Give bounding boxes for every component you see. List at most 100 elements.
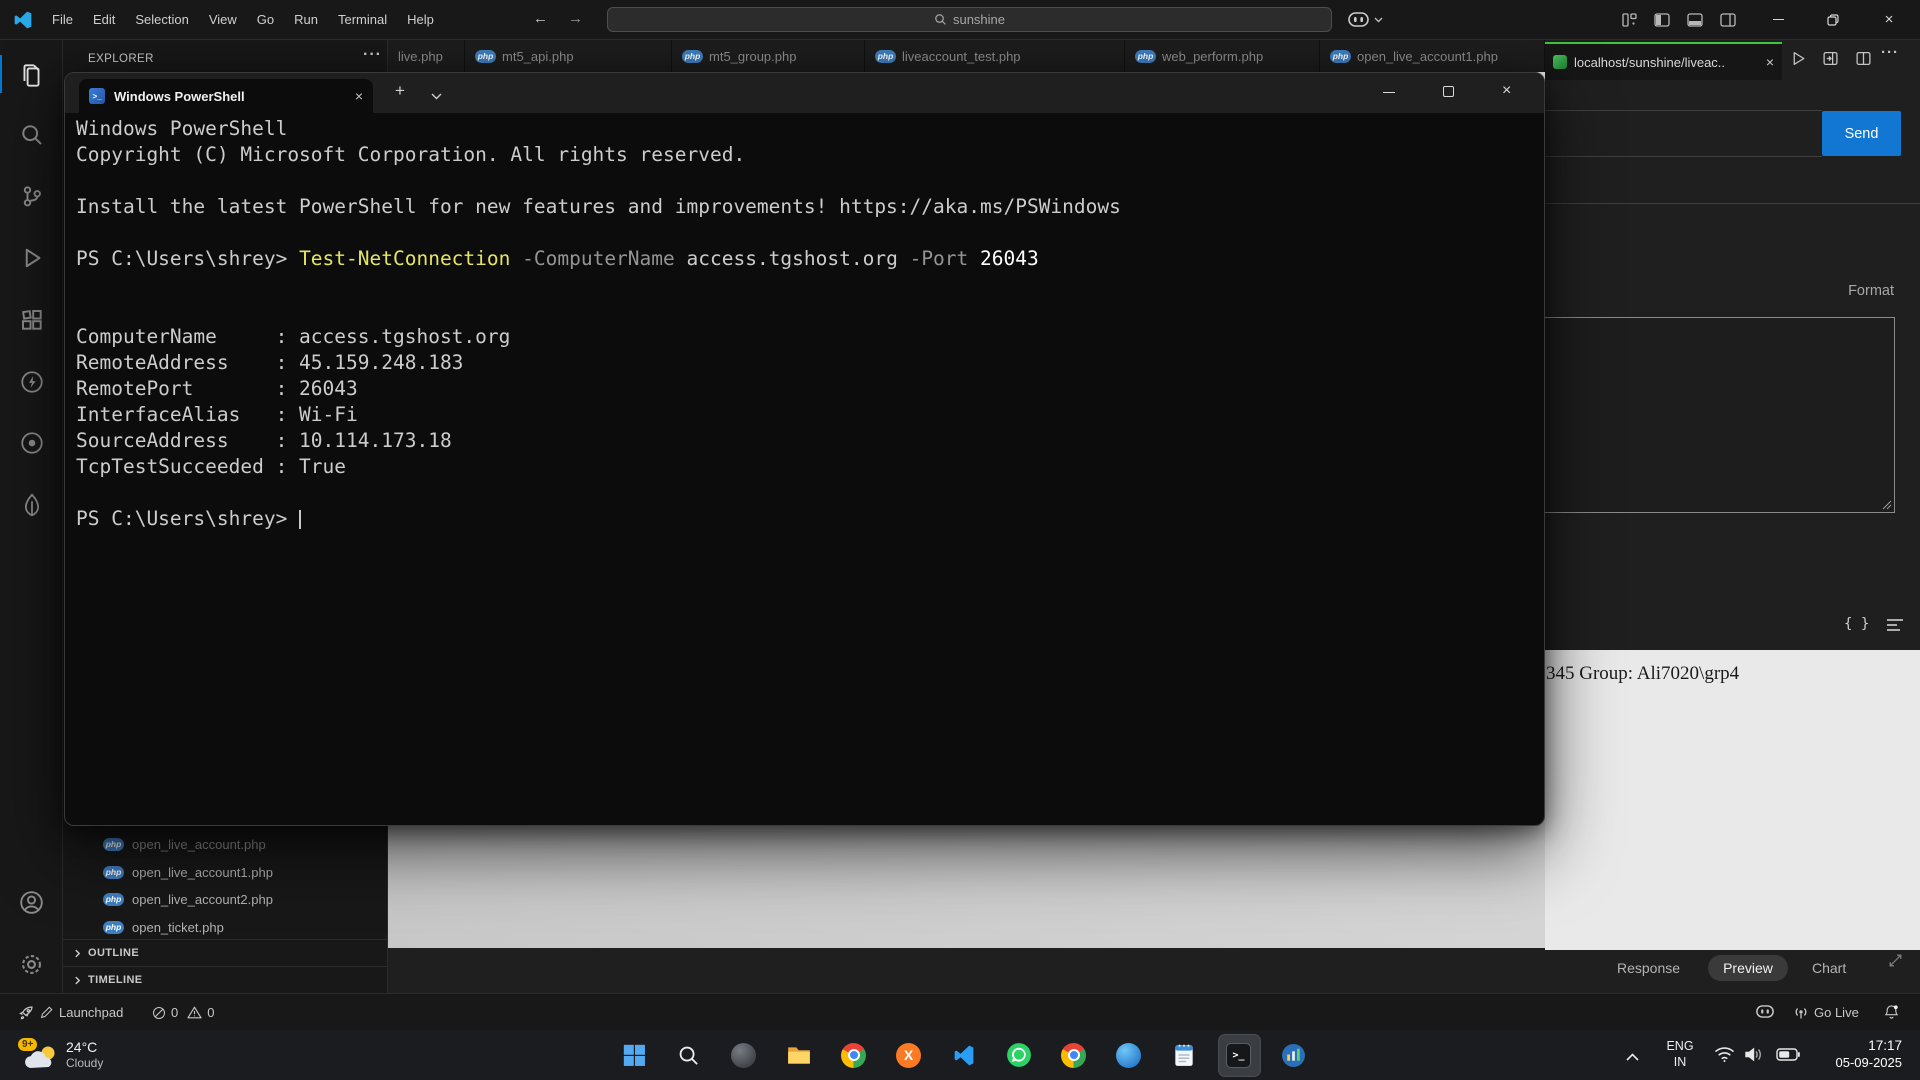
menu-go[interactable]: Go <box>247 7 284 33</box>
editor-tab-open_live_account1.php[interactable]: phpopen_live_account1.php <box>1320 40 1545 72</box>
file-item-open_live_account1.php[interactable]: phpopen_live_account1.php <box>63 858 387 886</box>
explorer-title: EXPLORER <box>88 53 154 65</box>
toggle-secondary-sidebar-icon[interactable] <box>1720 13 1736 32</box>
go-live-label: Go Live <box>1814 1005 1859 1020</box>
problems-item[interactable]: 0 0 <box>152 994 214 1031</box>
taskbar-vscode-icon[interactable] <box>936 1030 991 1080</box>
open-in-editor-icon[interactable] <box>1822 50 1839 72</box>
align-lines-icon[interactable] <box>1886 618 1904 637</box>
taskbar-file-explorer-icon[interactable] <box>771 1030 826 1080</box>
new-tab-icon[interactable]: + <box>395 81 405 101</box>
settings-gear-icon[interactable] <box>0 942 63 986</box>
taskbar-terminal-icon[interactable]: >_ <box>1211 1030 1266 1080</box>
taskbar-start-icon[interactable] <box>606 1030 661 1080</box>
terminal-tab-close-icon[interactable]: × <box>355 88 363 104</box>
format-label[interactable]: Format <box>1848 283 1894 299</box>
weather-condition: Cloudy <box>66 1056 103 1071</box>
terminal-titlebar[interactable]: >_ Windows PowerShell × + × <box>65 73 1544 113</box>
history-forward-icon[interactable]: → <box>568 10 583 27</box>
tab-dropdown-icon[interactable] <box>431 87 442 105</box>
tray-show-hidden-icon[interactable] <box>1626 1048 1639 1066</box>
send-button[interactable]: Send <box>1822 111 1901 156</box>
taskbar-xampp-icon[interactable]: X <box>881 1030 936 1080</box>
divider <box>1545 156 1822 157</box>
menu-terminal[interactable]: Terminal <box>328 7 397 33</box>
taskbar-chrome-icon[interactable] <box>826 1030 881 1080</box>
expand-panel-icon[interactable] <box>1887 952 1904 974</box>
tab-response[interactable]: Response <box>1617 955 1680 981</box>
toggle-panel-icon[interactable] <box>1687 13 1703 32</box>
tray-language-indicator[interactable]: ENG IN <box>1660 1038 1700 1070</box>
taskbar-notepad-icon[interactable] <box>1156 1030 1211 1080</box>
taskbar-trading-app-icon[interactable] <box>1266 1030 1321 1080</box>
account-icon[interactable] <box>0 880 63 924</box>
file-item-open_live_account2.php[interactable]: phpopen_live_account2.php <box>63 885 387 913</box>
command-center-search[interactable]: sunshine <box>607 7 1332 32</box>
more-actions-icon[interactable]: ··· <box>1881 44 1899 61</box>
file-item-open_ticket.php[interactable]: phpopen_ticket.php <box>63 913 387 941</box>
go-live-item[interactable]: Go Live <box>1793 994 1859 1031</box>
editor-tab-mt5_api.php[interactable]: phpmt5_api.php <box>465 40 672 72</box>
copilot-icon[interactable] <box>1348 12 1383 27</box>
window-restore-button[interactable] <box>1810 0 1856 39</box>
weather-widget[interactable]: 9+ 24°C Cloudy <box>14 1030 111 1080</box>
section-label: TIMELINE <box>88 974 143 986</box>
section-timeline[interactable]: TIMELINE <box>63 966 387 993</box>
request-body-textarea[interactable] <box>1543 317 1895 513</box>
php-file-icon: php <box>875 50 896 63</box>
notifications-bell-icon[interactable] <box>1884 1004 1899 1025</box>
tab-chart[interactable]: Chart <box>1812 955 1846 981</box>
menu-edit[interactable]: Edit <box>83 7 125 33</box>
rocket-icon <box>18 1005 34 1021</box>
file-item-open_live_account.php[interactable]: phpopen_live_account.php <box>63 830 387 858</box>
history-back-icon[interactable]: ← <box>533 10 548 27</box>
editor-tab-liveaccount_test.php[interactable]: phpliveaccount_test.php <box>865 40 1125 72</box>
tab-preview[interactable]: Preview <box>1708 955 1788 981</box>
launchpad-item[interactable]: Launchpad <box>18 994 123 1031</box>
sidebar-item-thunder-client[interactable] <box>0 360 63 404</box>
editor-tab-web_perform.php[interactable]: phpweb_perform.php <box>1125 40 1320 72</box>
copilot-status-icon[interactable] <box>1756 1005 1774 1023</box>
window-minimize-button[interactable] <box>1755 0 1801 39</box>
taskbar-blue-app-icon[interactable] <box>1101 1030 1156 1080</box>
sidebar-item-run-debug[interactable] <box>0 236 63 280</box>
run-preview-icon[interactable] <box>1790 50 1807 72</box>
customize-layout-icon[interactable] <box>1622 13 1637 32</box>
sidebar-item-search[interactable] <box>0 113 63 157</box>
taskbar-search-icon[interactable] <box>661 1030 716 1080</box>
tray-clock[interactable]: 17:17 05-09-2025 <box>1804 1037 1902 1071</box>
sidebar-item-extension-circle[interactable] <box>0 421 63 465</box>
terminal-output[interactable]: Windows PowerShellCopyright (C) Microsof… <box>76 113 1540 821</box>
json-braces-icon[interactable]: { } <box>1844 616 1869 632</box>
browser-tab[interactable]: localhost/sunshine/liveac.. × <box>1545 42 1782 80</box>
menu-selection[interactable]: Selection <box>125 7 198 33</box>
split-editor-icon[interactable] <box>1855 50 1872 72</box>
sidebar-item-explorer[interactable] <box>0 53 63 97</box>
menu-view[interactable]: View <box>199 7 247 33</box>
editor-tab-mt5_group.php[interactable]: phpmt5_group.php <box>672 40 865 72</box>
taskbar-whatsapp-icon[interactable] <box>991 1030 1046 1080</box>
explorer-more-actions-icon[interactable]: ··· <box>363 46 382 64</box>
taskbar-dark-app-icon[interactable] <box>716 1030 771 1080</box>
terminal-maximize-button[interactable] <box>1443 86 1454 97</box>
taskbar-chrome-2-icon[interactable] <box>1046 1030 1101 1080</box>
terminal-close-button[interactable]: × <box>1502 82 1511 100</box>
sidebar-item-mongodb[interactable] <box>0 483 63 527</box>
sidebar-item-extensions[interactable] <box>0 298 63 342</box>
editor-tab-live.php[interactable]: live.php <box>388 40 465 72</box>
menu-help[interactable]: Help <box>397 7 444 33</box>
terminal-tab[interactable]: >_ Windows PowerShell × <box>79 79 373 113</box>
menu-file[interactable]: File <box>42 7 83 33</box>
section-outline[interactable]: OUTLINE <box>63 939 387 966</box>
sidebar-item-source-control[interactable] <box>0 174 63 218</box>
browser-tab-close-icon[interactable]: × <box>1766 54 1774 70</box>
battery-icon[interactable] <box>1776 1048 1800 1066</box>
volume-icon[interactable] <box>1744 1046 1764 1068</box>
window-close-button[interactable]: × <box>1866 0 1912 39</box>
resize-grip-icon[interactable] <box>1882 500 1892 510</box>
wifi-icon[interactable] <box>1714 1046 1735 1068</box>
toggle-sidebar-icon[interactable] <box>1654 13 1670 32</box>
terminal-minimize-button[interactable] <box>1383 92 1395 93</box>
menu-run[interactable]: Run <box>284 7 328 33</box>
php-file-icon: php <box>1330 50 1351 63</box>
